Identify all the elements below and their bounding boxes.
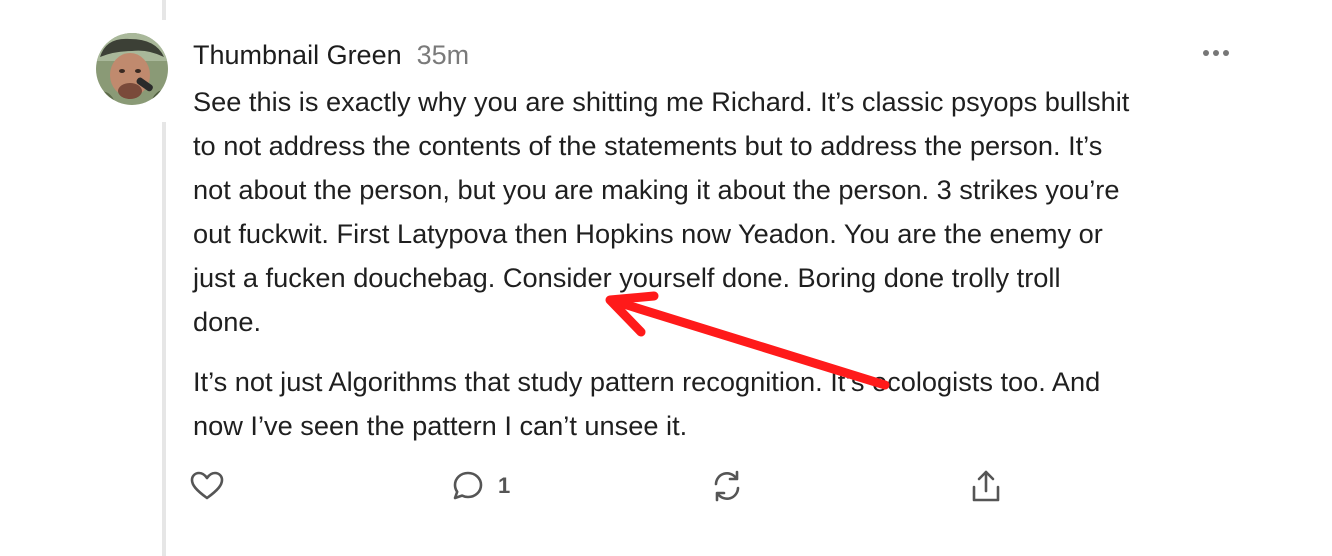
comment-line: See this is exactly why you are shitting… [193,86,1130,117]
comment-body: See this is exactly why you are shitting… [193,80,1243,448]
comment-line: just a fucken douchebag. Consider yourse… [193,262,1061,293]
speech-bubble-icon [453,471,483,500]
more-options-button[interactable] [1196,40,1236,66]
restack-icon [714,470,740,502]
share-button[interactable] [970,466,1002,506]
comment-line: done. [193,306,262,337]
avatar-image [96,33,168,105]
comment-button[interactable]: 1 [452,466,510,506]
share-icon [972,470,1000,502]
restack-button[interactable] [710,466,744,506]
comment-line: not about the person, but you are making… [193,174,1120,205]
thread-line [162,122,166,556]
comment-line: out fuckwit. First Latypova then Hopkins… [193,218,1103,249]
comment-header: Thumbnail Green 35m [193,36,469,74]
more-horizontal-icon [1203,50,1229,56]
comment-line: It’s not just Algorithms that study patt… [193,366,1101,397]
like-button[interactable] [190,466,224,506]
author-name[interactable]: Thumbnail Green [193,40,402,71]
heart-icon [190,471,224,500]
avatar[interactable] [96,33,168,105]
comment-count: 1 [498,473,511,498]
comment-line: to not address the contents of the state… [193,130,1103,161]
timestamp[interactable]: 35m [417,40,470,71]
comment-line: now I’ve seen the pattern I can’t unsee … [193,410,688,441]
comment-actions: 1 [190,466,1030,506]
thread-line-top [162,0,166,20]
